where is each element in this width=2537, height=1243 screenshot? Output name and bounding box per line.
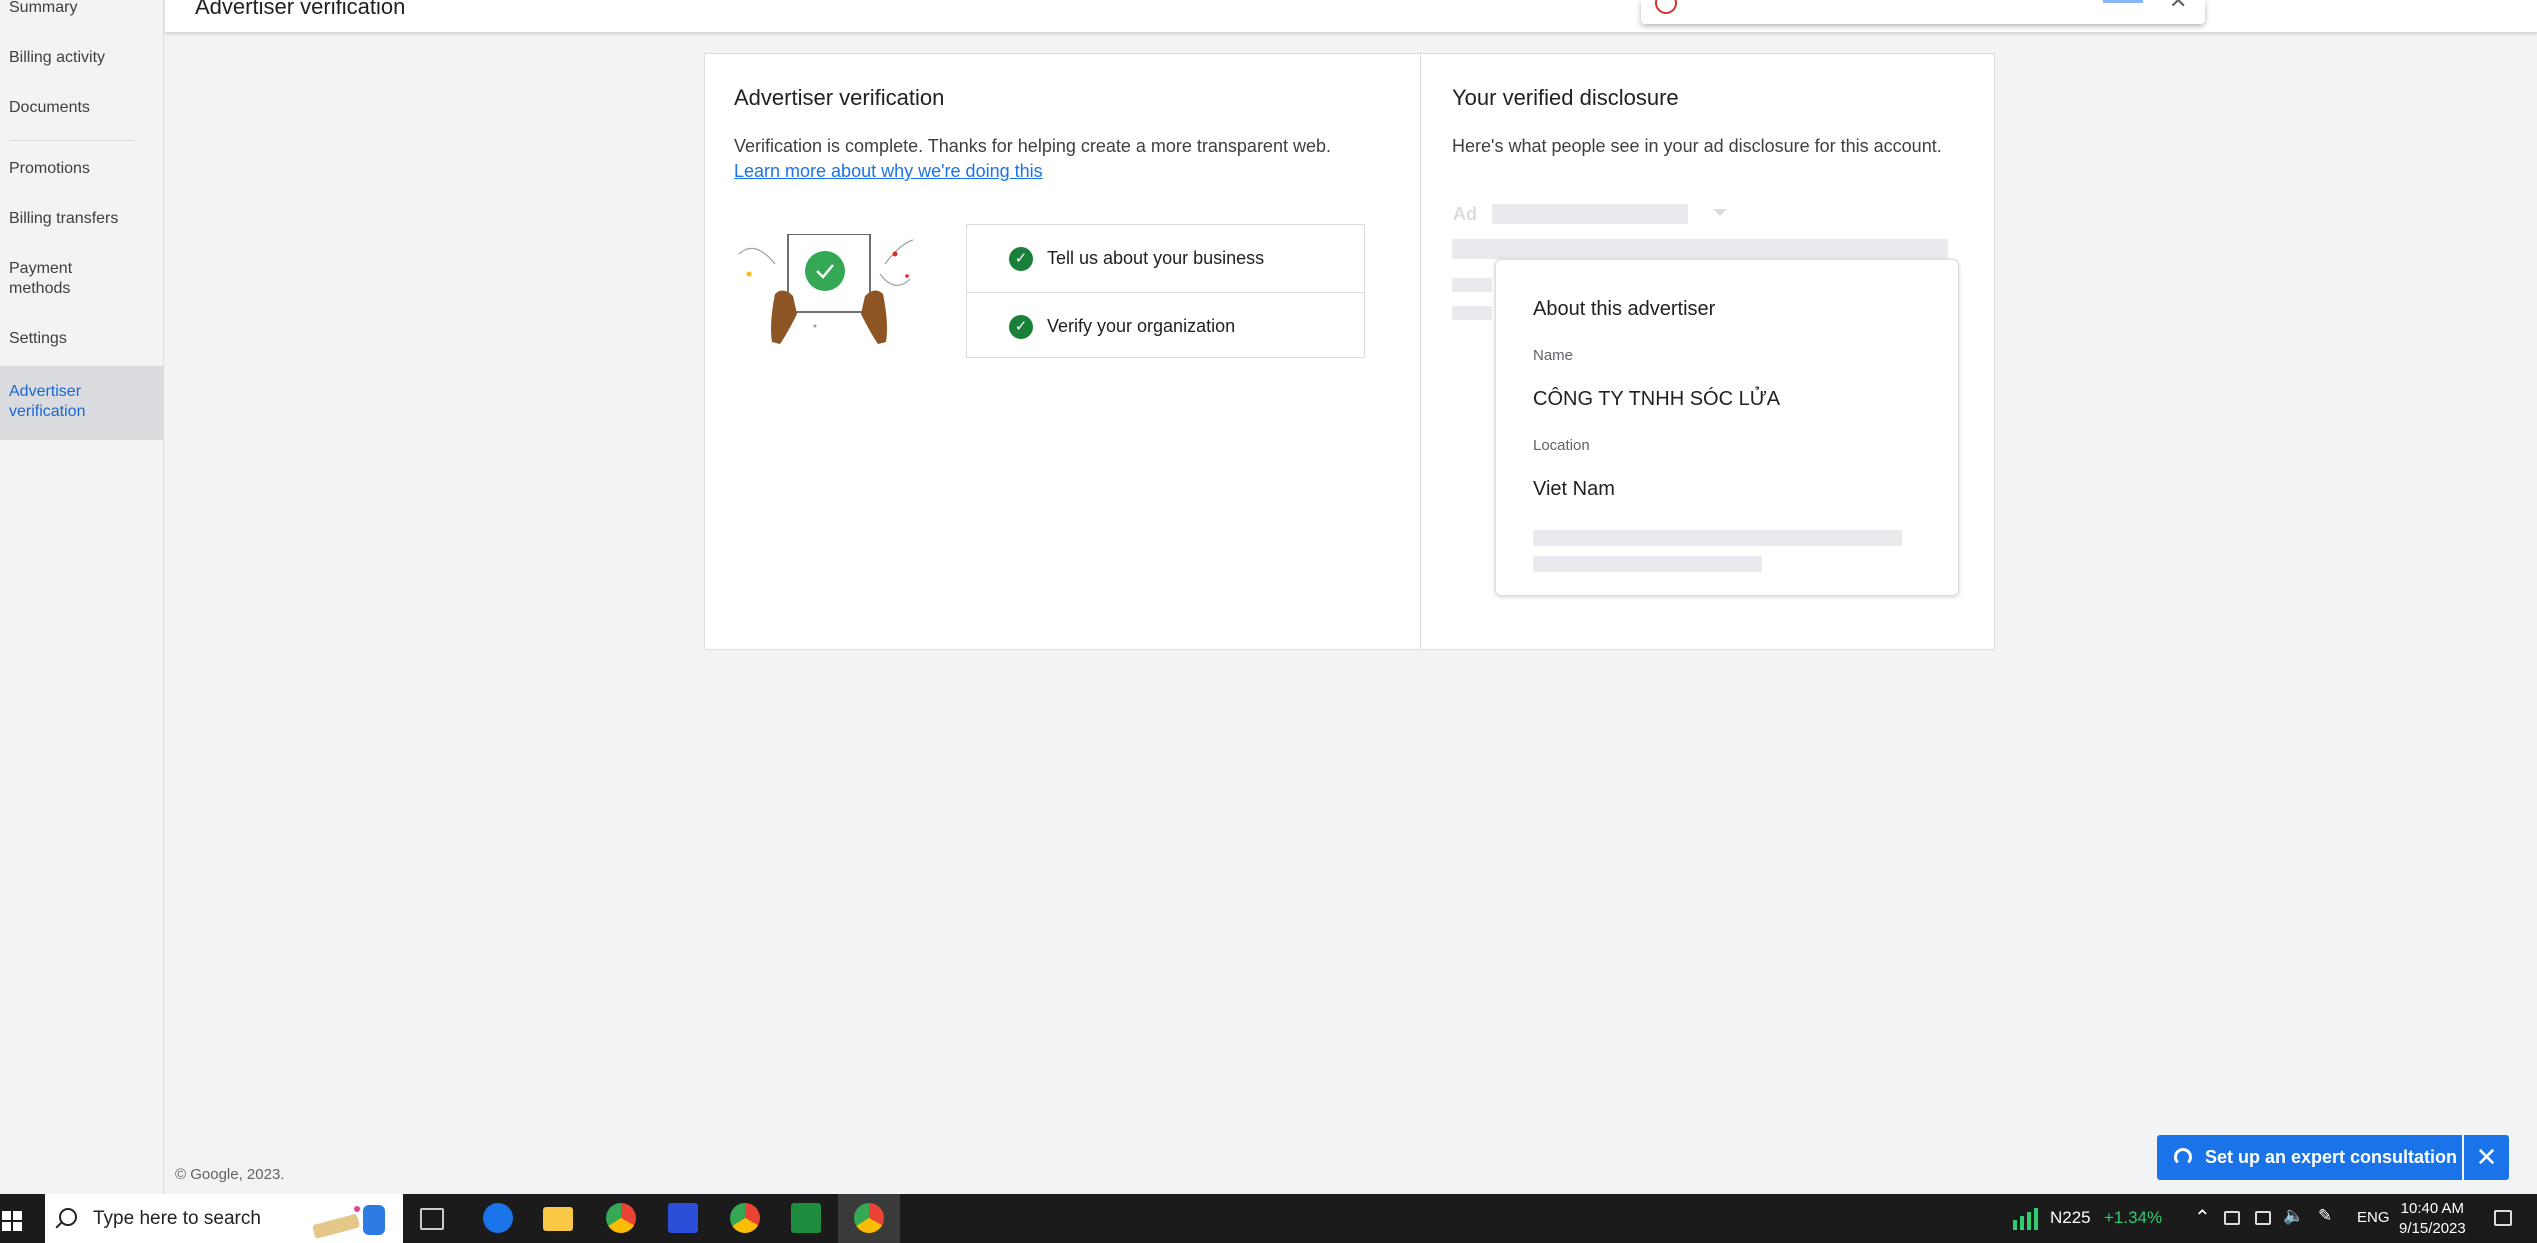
sidebar-item-documents[interactable]: Documents — [9, 98, 90, 118]
spreadsheet-app-icon[interactable] — [791, 1203, 821, 1233]
toast-link[interactable] — [2103, 0, 2143, 3]
verification-status: Verification is complete. Thanks for hel… — [734, 134, 1394, 184]
windows-start-icon[interactable] — [2, 1211, 22, 1231]
check-circle-icon: ✓ — [1009, 247, 1033, 271]
chrome-app-icon[interactable] — [606, 1203, 636, 1233]
copyright: © Google, 2023. — [175, 1166, 285, 1183]
taskbar: Type here to search N225 +1.34% ⌃ 🔈 ✎ EN… — [0, 1194, 2537, 1243]
sidebar-item-promotions[interactable]: Promotions — [9, 159, 90, 179]
chevron-up-icon[interactable]: ⌃ — [2194, 1205, 2211, 1230]
step-organization: ✓ Verify your organization — [967, 292, 1364, 359]
consultation-label: Set up an expert consultation — [2205, 1147, 2458, 1167]
step-label: Verify your organization — [1047, 316, 1236, 336]
verification-illustration — [738, 234, 913, 344]
chrome-app-icon[interactable] — [854, 1203, 884, 1233]
disclosure-panel: Your verified disclosure Here's what peo… — [1421, 54, 1996, 651]
taskbar-search[interactable]: Type here to search — [45, 1194, 403, 1243]
error-icon — [1655, 0, 1677, 14]
close-icon[interactable]: ✕ — [2169, 0, 2187, 14]
step-label: Tell us about your business — [1047, 248, 1265, 268]
sidebar-item-advertiser-verification[interactable]: Advertiser verification — [0, 366, 163, 440]
learn-more-link[interactable]: Learn more about why we're doing this — [734, 161, 1043, 181]
placeholder-bar — [1452, 306, 1492, 320]
language-indicator[interactable]: ENG — [2357, 1209, 2390, 1226]
search-input[interactable]: Type here to search — [93, 1208, 261, 1230]
volume-icon[interactable]: 🔈 — [2283, 1206, 2304, 1226]
location-label: Location — [1533, 437, 1590, 454]
sidebar: Summary Billing activity Documents Promo… — [0, 0, 164, 1194]
clock-date: 9/15/2023 — [2399, 1220, 2466, 1237]
placeholder-bar — [1492, 204, 1688, 224]
sidebar-item-settings[interactable]: Settings — [9, 329, 67, 349]
sidebar-item-summary[interactable]: Summary — [9, 0, 77, 18]
location-value: Viet Nam — [1533, 478, 1615, 500]
page-title: Advertiser verification — [195, 0, 406, 19]
placeholder-bar — [1533, 556, 1762, 572]
check-circle-icon: ✓ — [1009, 315, 1033, 339]
search-icon — [59, 1208, 77, 1226]
step-business: ✓ Tell us about your business — [967, 225, 1364, 292]
app-icon[interactable] — [668, 1203, 698, 1233]
headset-icon — [2174, 1148, 2192, 1166]
advertiser-info-card: About this advertiser Name CÔNG TY TNHH … — [1495, 259, 1959, 596]
chrome-app-icon[interactable] — [730, 1203, 760, 1233]
file-explorer-icon[interactable] — [543, 1207, 573, 1231]
sidebar-item-label: Advertiser verification — [9, 383, 86, 420]
zalo-app-icon[interactable] — [483, 1203, 513, 1233]
name-value: CÔNG TY TNHH SÓC LỬA — [1533, 388, 1781, 410]
placeholder-bar — [1452, 278, 1492, 292]
pen-icon[interactable]: ✎ — [2318, 1206, 2332, 1226]
search-highlight-icon — [312, 1205, 385, 1239]
verification-steps: ✓ Tell us about your business ✓ Verify y… — [966, 224, 1365, 358]
sidebar-item-billing-activity[interactable]: Billing activity — [9, 48, 105, 68]
status-text: Verification is complete. Thanks for hel… — [734, 136, 1331, 156]
sidebar-item-billing-transfers[interactable]: Billing transfers — [9, 209, 118, 229]
stock-chart-icon — [2013, 1208, 2038, 1230]
notification-toast: ✕ — [1641, 0, 2205, 24]
clock-time: 10:40 AM — [2400, 1200, 2465, 1217]
caret-down-icon — [1713, 209, 1727, 216]
expert-consultation-button[interactable]: Set up an expert consultation — [2157, 1135, 2462, 1180]
disclosure-title: Your verified disclosure — [1452, 85, 1679, 110]
task-view-icon[interactable] — [420, 1208, 444, 1230]
disclosure-description: Here's what people see in your ad disclo… — [1452, 136, 1942, 156]
stock-name[interactable]: N225 — [2050, 1208, 2091, 1228]
placeholder-bar — [1533, 530, 1902, 546]
name-label: Name — [1533, 347, 1574, 364]
verification-card: Advertiser verification Verification is … — [704, 53, 1995, 650]
sidebar-divider — [9, 140, 135, 141]
verification-title: Advertiser verification — [734, 85, 945, 110]
stock-change: +1.34% — [2104, 1208, 2163, 1227]
sidebar-item-payment-methods[interactable]: Payment methods — [9, 259, 119, 299]
close-icon[interactable]: ✕ — [2464, 1135, 2509, 1180]
ad-label: Ad — [1453, 204, 1477, 224]
network-icon[interactable] — [2255, 1211, 2271, 1225]
app-tray-icon[interactable] — [2224, 1211, 2240, 1225]
advertiser-card-title: About this advertiser — [1533, 298, 1716, 320]
placeholder-bar — [1452, 239, 1948, 259]
notifications-icon[interactable] — [2494, 1210, 2512, 1226]
system-clock[interactable]: 10:40 AM 9/15/2023 — [2399, 1199, 2466, 1239]
